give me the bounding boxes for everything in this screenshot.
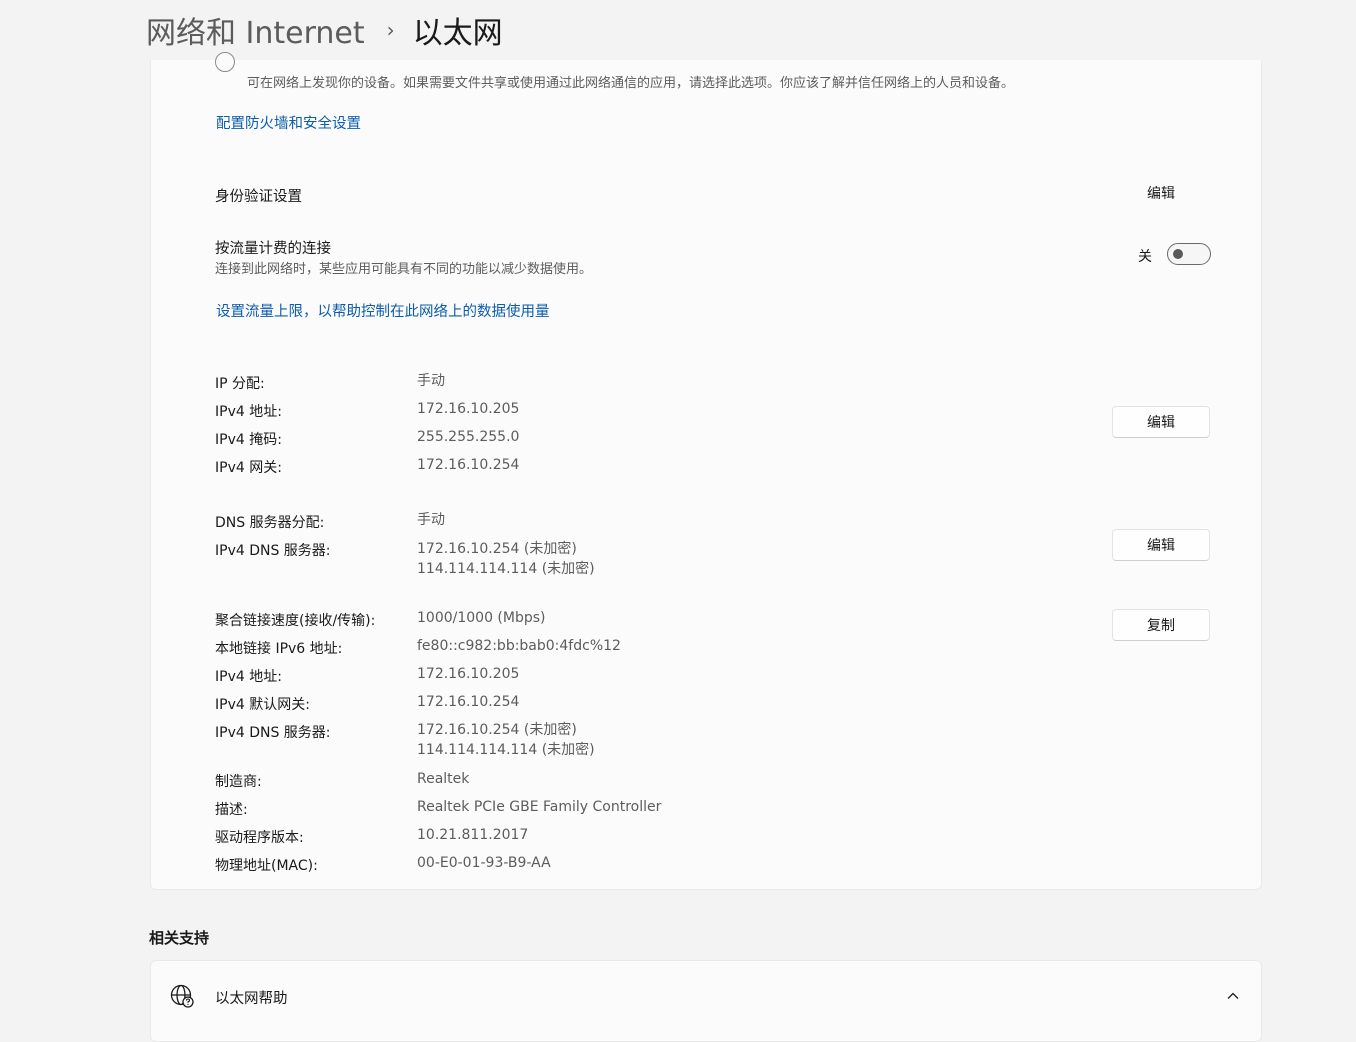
copy-properties-button[interactable]: 复制 (1112, 609, 1210, 641)
ipv4-address-value: 172.16.10.205 (417, 401, 520, 417)
metered-connection-toggle[interactable] (1167, 243, 1211, 265)
breadcrumb-separator-icon: › (386, 18, 395, 42)
ethernet-help-label: 以太网帮助 (215, 991, 288, 1007)
ip-assignment-value: 手动 (417, 373, 445, 389)
ipv4-address-key: IPv4 地址: (215, 404, 282, 420)
metered-toggle-state: 关 (1138, 249, 1152, 265)
metered-connection-description: 连接到此网络时，某些应用可能具有不同的功能以减少数据使用。 (215, 262, 593, 277)
driver-version-key: 驱动程序版本: (215, 830, 304, 846)
ip-settings-edit-button[interactable]: 编辑 (1112, 406, 1210, 438)
prop-default-gateway-value: 172.16.10.254 (417, 694, 520, 710)
dns-assignment-value: 手动 (417, 512, 445, 528)
ipv4-gateway-value: 172.16.10.254 (417, 457, 520, 473)
prop-dns-server-2: 114.114.114.114 (未加密) (417, 742, 595, 758)
page-title: 以太网 (412, 16, 503, 51)
mac-address-value: 00-E0-01-93-B9-AA (417, 855, 551, 871)
prop-dns-servers-key: IPv4 DNS 服务器: (215, 725, 331, 741)
ipv4-dns-servers-key: IPv4 DNS 服务器: (215, 543, 331, 559)
metered-connection-label: 按流量计费的连接 (215, 241, 331, 257)
prop-default-gateway-key: IPv4 默认网关: (215, 697, 310, 713)
ip-assignment-key: IP 分配: (215, 376, 265, 392)
breadcrumb-parent[interactable]: 网络和 Internet (146, 8, 365, 52)
ethernet-help-expander[interactable]: 以太网帮助 (150, 960, 1262, 1042)
link-speed-key: 聚合链接速度(接收/传输): (215, 613, 376, 629)
mac-address-key: 物理地址(MAC): (215, 858, 318, 874)
ethernet-settings-card: 可在网络上发现你的设备。如果需要文件共享或使用通过此网络通信的应用，请选择此选项… (150, 52, 1262, 890)
prop-ipv4-address-value: 172.16.10.205 (417, 666, 520, 682)
prop-dns-server-1: 172.16.10.254 (未加密) (417, 722, 577, 738)
ipv4-gateway-key: IPv4 网关: (215, 460, 282, 476)
prop-ipv4-address-key: IPv4 地址: (215, 669, 282, 685)
private-network-description: 可在网络上发现你的设备。如果需要文件共享或使用通过此网络通信的应用，请选择此选项… (247, 76, 1015, 91)
firewall-settings-link[interactable]: 配置防火墙和安全设置 (216, 112, 361, 133)
dns-assignment-key: DNS 服务器分配: (215, 515, 325, 531)
ipv4-dns-server-1: 172.16.10.254 (未加密) (417, 541, 577, 557)
driver-version-value: 10.21.811.2017 (417, 827, 529, 843)
globe-help-icon (170, 984, 194, 1008)
dns-settings-edit-button[interactable]: 编辑 (1112, 529, 1210, 561)
link-speed-value: 1000/1000 (Mbps) (417, 610, 546, 626)
description-key: 描述: (215, 802, 248, 818)
toggle-knob (1173, 249, 1183, 259)
manufacturer-key: 制造商: (215, 774, 262, 790)
chevron-up-icon[interactable] (1225, 988, 1241, 1004)
related-support-heading: 相关支持 (149, 929, 210, 947)
ipv6-link-local-key: 本地链接 IPv6 地址: (215, 641, 343, 657)
ipv4-mask-value: 255.255.255.0 (417, 429, 520, 445)
ipv4-mask-key: IPv4 掩码: (215, 432, 282, 448)
authentication-edit-button[interactable]: 编辑 (1112, 177, 1210, 209)
private-network-radio[interactable] (215, 52, 235, 72)
description-value: Realtek PCIe GBE Family Controller (417, 799, 662, 815)
manufacturer-value: Realtek (417, 771, 470, 787)
breadcrumb: 网络和 Internet › 以太网 (146, 8, 503, 52)
data-limit-link[interactable]: 设置流量上限，以帮助控制在此网络上的数据使用量 (216, 300, 550, 321)
authentication-settings-label: 身份验证设置 (215, 189, 302, 205)
ipv6-link-local-value: fe80::c982:bb:bab0:4fdc%12 (417, 638, 621, 654)
ipv4-dns-server-2: 114.114.114.114 (未加密) (417, 561, 595, 577)
